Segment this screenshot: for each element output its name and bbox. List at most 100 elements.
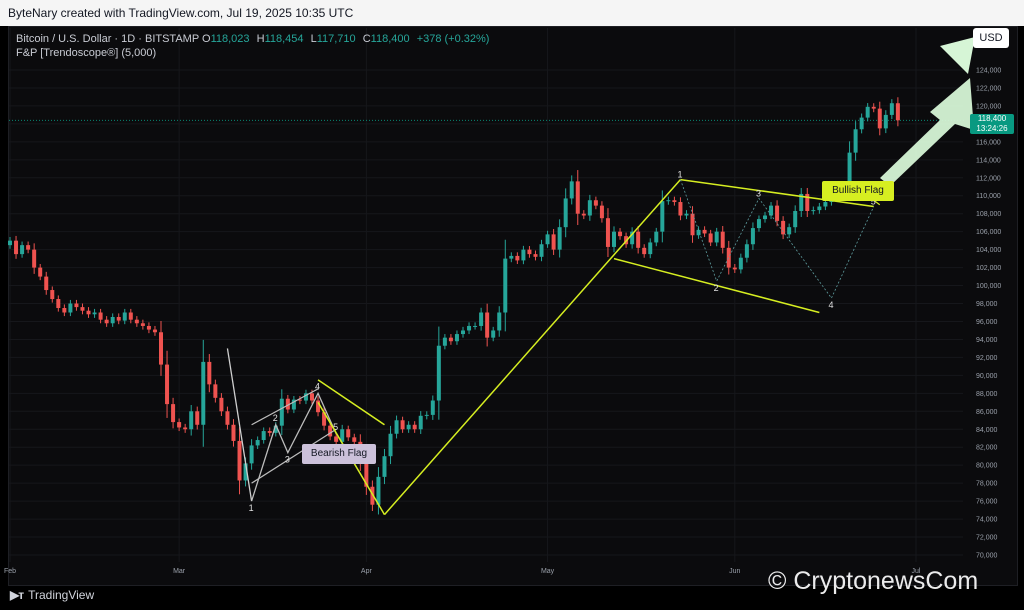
candle-body <box>207 361 212 385</box>
y-tick-label: 104,000 <box>976 247 1001 254</box>
candle-body <box>642 247 647 255</box>
candle-body <box>563 198 568 228</box>
candle-body <box>110 316 115 324</box>
candle-body <box>177 422 182 428</box>
candle-body <box>213 384 218 398</box>
candle-body <box>702 229 707 234</box>
candle-body <box>20 245 25 255</box>
x-tick-label: Apr <box>361 568 373 575</box>
candle-body <box>612 231 616 247</box>
candle-body <box>189 411 194 430</box>
candle-body <box>599 205 604 219</box>
candle-body <box>376 476 381 505</box>
y-tick-label: 86,000 <box>976 409 998 416</box>
candle-body <box>26 245 31 250</box>
y-tick-label: 112,000 <box>976 175 1001 182</box>
candle-body <box>171 404 176 423</box>
candle-body <box>756 219 761 229</box>
candle-body <box>442 337 447 346</box>
candle-body <box>328 425 333 437</box>
y-tick-label: 110,000 <box>976 193 1001 200</box>
ohlc-high: H118,454 <box>256 33 304 45</box>
candle-body <box>134 319 139 324</box>
y-tick-label: 82,000 <box>976 445 998 452</box>
bearish-channel-upper <box>251 388 319 426</box>
tradingview-brand: TradingView <box>28 588 95 602</box>
candle-body <box>479 312 484 326</box>
tradingview-logo[interactable]: ▶ᴛ TradingView <box>10 588 94 602</box>
bullish-point-label: 3 <box>756 188 761 198</box>
y-tick-label: 94,000 <box>976 337 998 344</box>
candle-body <box>412 424 417 430</box>
candle-body <box>551 234 556 250</box>
legend-ohlc-row: Bitcoin / U.S. Dollar · 1D · BITSTAMP O1… <box>16 32 489 46</box>
candle-body <box>895 103 900 121</box>
candle-body <box>400 420 405 430</box>
y-tick-label: 72,000 <box>976 535 998 542</box>
candle-body <box>738 257 743 270</box>
candle-body <box>225 411 230 425</box>
y-tick-label: 88,000 <box>976 391 998 398</box>
y-tick-label: 76,000 <box>976 499 998 506</box>
candle-body <box>775 205 780 221</box>
candle-body <box>231 424 236 441</box>
y-tick-label: 116,000 <box>976 139 1001 146</box>
candle-body <box>708 233 713 243</box>
candle-body <box>853 129 858 153</box>
y-tick-label: 80,000 <box>976 463 998 470</box>
price-chart[interactable]: 70,000 72,000 74,000 76,000 78,000 80,000 82,0… <box>0 0 1024 610</box>
candle-body <box>86 310 91 315</box>
y-tick-label: 124,000 <box>976 68 1001 75</box>
candle-body <box>346 429 351 438</box>
candle-body <box>509 255 514 259</box>
candle-body <box>56 299 61 309</box>
bearish-point-label: 2 <box>273 413 278 423</box>
candle-body <box>165 364 170 405</box>
x-tick-label: May <box>541 568 555 575</box>
y-tick-label: 106,000 <box>976 229 1001 236</box>
candle-body <box>533 254 538 257</box>
candle-body <box>660 201 665 232</box>
candle-body <box>255 440 260 446</box>
candle-body <box>454 334 459 342</box>
candle-body <box>68 303 73 313</box>
candle-body <box>781 220 786 235</box>
candle-body <box>195 411 200 425</box>
candle-body <box>279 398 284 426</box>
candle-body <box>310 393 314 401</box>
candle-body <box>316 400 321 413</box>
candle-body <box>811 210 816 212</box>
candle-body <box>763 215 767 220</box>
watermark-text: CryptonewsCom <box>793 567 979 595</box>
candle-body <box>817 206 822 211</box>
candle-body <box>557 227 562 250</box>
candle-body <box>334 436 339 442</box>
candle-body <box>62 308 67 313</box>
tradingview-icon: ▶ᴛ <box>10 588 24 602</box>
bar-countdown: 13:24:26 <box>976 124 1008 133</box>
candle-body <box>539 244 544 257</box>
bullish-point-label: 1 <box>677 170 682 180</box>
currency-button[interactable]: USD <box>973 28 1009 48</box>
candle-body <box>491 330 496 338</box>
bearish-point-label: 1 <box>249 503 254 513</box>
candle-body <box>50 290 55 300</box>
symbol-name: Bitcoin / U.S. Dollar · 1D · BITSTAMP <box>16 33 199 45</box>
ohlc-close: C118,400 <box>362 33 410 45</box>
candle-body <box>394 420 399 434</box>
bullish-point-label: 4 <box>828 300 833 310</box>
candle-body <box>521 249 526 261</box>
indicator-name[interactable]: F&P [Trendoscope®] (5,000) <box>16 46 489 60</box>
candle-body <box>146 325 151 330</box>
chart-legend: Bitcoin / U.S. Dollar · 1D · BITSTAMP O1… <box>16 32 489 60</box>
bearish-point-label: 3 <box>285 455 290 465</box>
candle-body <box>497 312 502 331</box>
candle-body <box>122 312 127 321</box>
candle-body <box>388 433 393 457</box>
candle-body <box>732 267 737 270</box>
candle-body <box>74 303 79 308</box>
candle-body <box>587 200 592 216</box>
candle-body <box>666 200 671 202</box>
candle-body <box>267 431 272 433</box>
candle-body <box>14 240 19 255</box>
